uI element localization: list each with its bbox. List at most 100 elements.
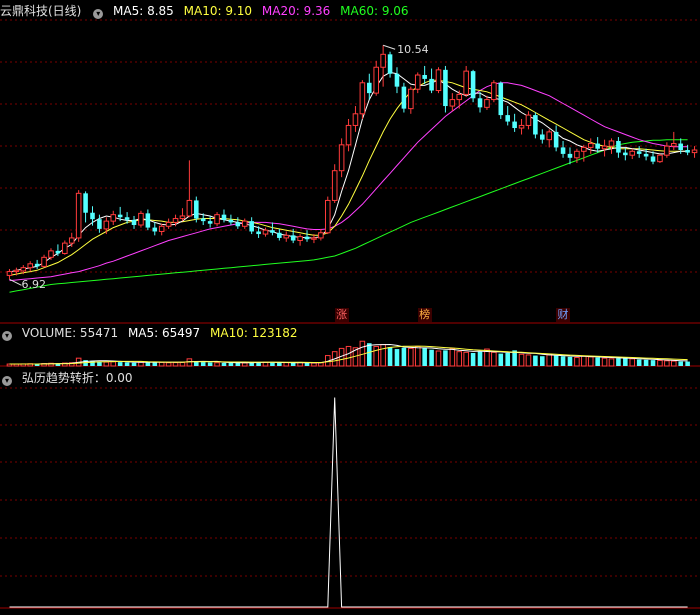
event-badge[interactable]: 榜 (417, 308, 432, 322)
event-badge[interactable]: 涨 (334, 308, 349, 322)
volume-bar (277, 362, 282, 366)
volume-bar (581, 355, 587, 367)
volume-bar (477, 351, 483, 366)
candle-body (117, 214, 123, 218)
volume-bar (643, 359, 649, 366)
candle-body (505, 115, 510, 122)
volume-bar (124, 362, 130, 366)
candle-body (629, 150, 636, 156)
volume-bar (262, 361, 269, 367)
ma5-line (9, 71, 688, 273)
candle-body (408, 88, 414, 110)
volume-bar (560, 356, 566, 366)
volume-bar (290, 362, 296, 366)
candle-body (512, 121, 517, 129)
volume-bar (367, 343, 372, 366)
candle-body (595, 143, 600, 149)
indicator-settings-circle-icon[interactable]: ▾ (2, 376, 12, 386)
volume-bar (587, 356, 594, 367)
candle-body (194, 200, 199, 219)
candle-body (470, 71, 476, 99)
candle-body (525, 114, 532, 126)
volume-bar (387, 347, 393, 366)
volume-bar (623, 357, 628, 366)
candle-body (498, 82, 504, 116)
candle-body (172, 218, 179, 223)
candle-body (435, 69, 442, 92)
candle-body (221, 214, 227, 220)
volume-bar (235, 362, 241, 366)
volume-bar (657, 359, 663, 367)
volume-bar (165, 362, 172, 367)
candle-body (373, 66, 380, 94)
candle-body (456, 93, 463, 101)
volume-bar (117, 362, 123, 366)
event-badge[interactable]: 财 (556, 308, 571, 322)
volume-bar (546, 354, 553, 367)
candle-body (567, 153, 573, 158)
candle-body (533, 115, 538, 135)
volume-bar (214, 362, 220, 367)
candle-body (27, 263, 34, 269)
volume-bar (221, 362, 227, 366)
candle-body (179, 215, 186, 220)
candle-body (6, 271, 13, 276)
candle-body (34, 263, 40, 267)
candle-body (55, 250, 61, 254)
volume-bar (670, 360, 677, 367)
volume-bar (567, 356, 573, 366)
candle-body (601, 145, 608, 150)
volume-bar (650, 360, 656, 366)
candle-body (352, 113, 359, 126)
settings-circle-icon[interactable]: ▾ (93, 9, 104, 19)
candle-body (443, 69, 448, 107)
candle-body (241, 220, 248, 227)
volume-ma5-value: MA5: 65497 (127, 326, 201, 340)
candle-body (131, 219, 137, 226)
candle-body (152, 227, 158, 232)
candle-body (262, 229, 269, 235)
candle-body (670, 143, 677, 147)
volume-bar (678, 361, 683, 366)
volume-bar (131, 362, 137, 366)
candle-body (546, 131, 553, 141)
candle-body (324, 199, 331, 234)
volume-bar (629, 358, 636, 367)
candle-body (477, 98, 483, 108)
volume-bar (525, 354, 532, 367)
candle-body (249, 221, 254, 232)
volume-bar (470, 352, 476, 366)
candle-body (691, 149, 698, 154)
candle-body (83, 193, 88, 213)
volume-bar (553, 355, 559, 366)
volume-header: ▾ VOLUME: 55471 MA5: 65497 MA10: 123182 (0, 324, 304, 342)
volume-bar (414, 345, 421, 367)
candle-body (657, 154, 663, 163)
volume-bar (533, 355, 538, 366)
candle-body (318, 232, 324, 239)
volume-bar (491, 351, 497, 367)
ma5-value: MA5: 8.85 (113, 4, 174, 18)
volume-bar (463, 351, 469, 367)
candle-body (235, 222, 241, 227)
indicator-header: ▾ 弘历趋势转折：0.00 (0, 369, 139, 387)
volume-bar (518, 353, 525, 367)
volume-settings-circle-icon[interactable]: ▾ (2, 331, 12, 341)
candle-body (90, 212, 95, 220)
candle-body (484, 99, 490, 108)
volume-bar (636, 359, 642, 366)
candle-body (145, 213, 151, 228)
candle-body (449, 99, 456, 107)
candle-body (380, 53, 386, 68)
volume-bar (311, 362, 317, 367)
candle-body (75, 192, 82, 239)
candle-body (165, 221, 172, 227)
candle-body (283, 234, 290, 239)
candle-body (207, 221, 213, 224)
candle-body (664, 145, 670, 156)
candle-body (304, 236, 310, 240)
candle-body (560, 147, 566, 154)
volume-bar (540, 356, 545, 366)
volume-bar (228, 362, 234, 366)
volume-bar (664, 360, 670, 367)
